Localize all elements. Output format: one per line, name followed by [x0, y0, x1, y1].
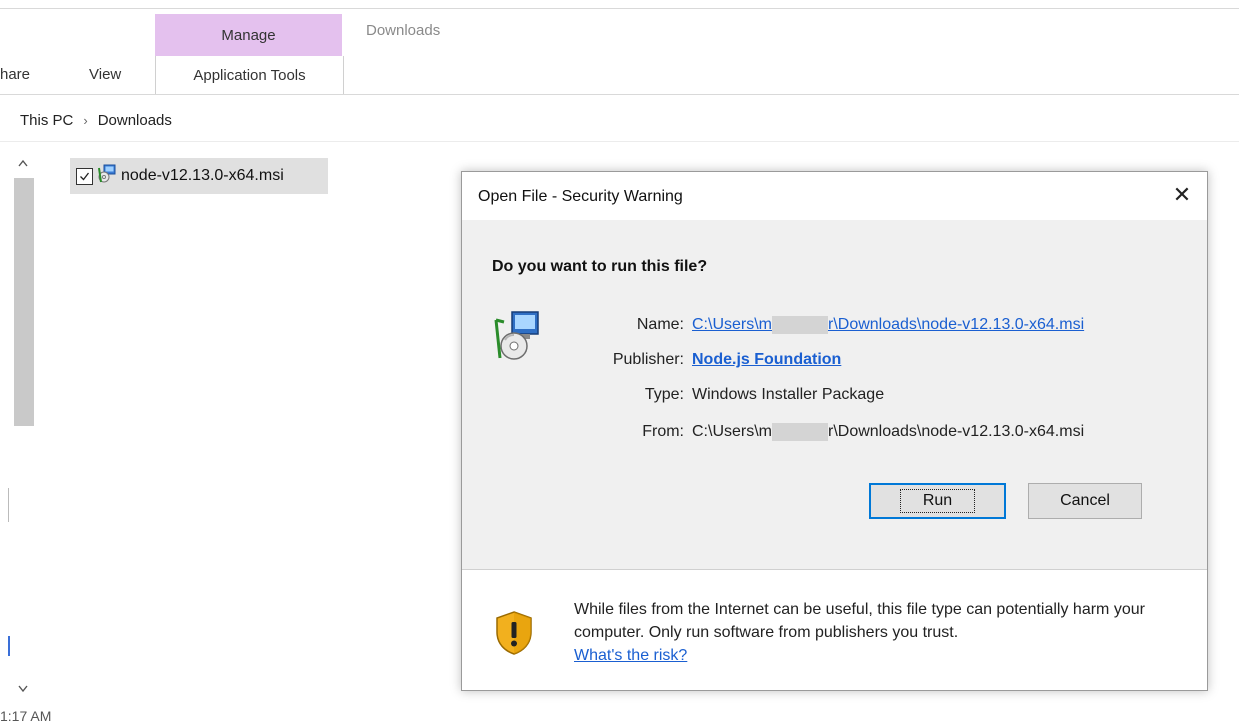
- name-link-end[interactable]: r\Downloads\node-v12.13.0-x64.msi: [828, 316, 1084, 333]
- whats-the-risk-link[interactable]: What's the risk?: [574, 647, 687, 664]
- run-button[interactable]: Run: [869, 483, 1006, 519]
- run-button-label: Run: [899, 489, 976, 513]
- close-icon[interactable]: ✕: [1169, 182, 1195, 208]
- file-list-item[interactable]: node-v12.13.0-x64.msi: [70, 158, 328, 194]
- dialog-body: Do you want to run this file? Name: C:\U…: [462, 220, 1207, 569]
- ribbon-divider: [0, 94, 1239, 95]
- tab-view[interactable]: View: [89, 66, 121, 83]
- shield-warning-icon: [494, 610, 534, 656]
- file-name: node-v12.13.0-x64.msi: [121, 167, 284, 184]
- field-name-row: Name: C:\Users\m r\Downloads\node-v12.13.…: [462, 316, 1207, 338]
- dialog-footer: While files from the Internet can be use…: [462, 570, 1207, 690]
- warning-message: While files from the Internet can be use…: [574, 598, 1184, 667]
- scroll-up-icon[interactable]: [18, 154, 28, 170]
- field-from-row: From: C:\Users\m r\Downloads\node-v12.13.…: [462, 423, 1207, 445]
- chevron-right-icon: ›: [83, 113, 88, 128]
- breadcrumb-downloads[interactable]: Downloads: [98, 112, 172, 129]
- pane-edge: [8, 488, 9, 522]
- name-link-start[interactable]: C:\Users\m: [692, 316, 772, 333]
- field-type-value: Windows Installer Package: [692, 386, 885, 403]
- field-type-row: Type: Windows Installer Package: [462, 386, 1207, 408]
- manage-tab[interactable]: Manage: [155, 14, 342, 56]
- breadcrumb-this-pc[interactable]: This PC: [20, 112, 73, 129]
- scroll-down-icon[interactable]: [18, 680, 28, 696]
- dialog-question: Do you want to run this file?: [492, 258, 708, 275]
- security-warning-dialog: Open File - Security Warning ✕ Do you wa…: [461, 171, 1208, 691]
- msi-file-icon: [97, 164, 117, 189]
- field-from-label: From:: [642, 423, 684, 440]
- field-name-value[interactable]: C:\Users\m r\Downloads\node-v12.13.0-x64.…: [692, 316, 1084, 334]
- tab-share[interactable]: hare: [0, 66, 30, 83]
- tab-application-tools[interactable]: Application Tools: [155, 56, 344, 94]
- ribbon-tabs: hare View Application Tools: [0, 56, 1239, 94]
- top-divider: [0, 8, 1239, 9]
- item-checkbox[interactable]: [76, 167, 93, 185]
- from-value-start: C:\Users\m: [692, 423, 772, 441]
- warning-text: While files from the Internet can be use…: [574, 601, 1145, 641]
- scrollbar-thumb[interactable]: [14, 178, 34, 426]
- from-value-end: r\Downloads\node-v12.13.0-x64.msi: [828, 423, 1085, 441]
- redacted-block: [772, 316, 828, 334]
- field-publisher-label: Publisher:: [612, 351, 684, 368]
- field-publisher-row: Publisher: Node.js Foundation: [462, 351, 1207, 373]
- redacted-block: [772, 423, 828, 441]
- field-type-label: Type:: [644, 386, 684, 403]
- breadcrumb: This PC › Downloads: [20, 112, 172, 129]
- dialog-title: Open File - Security Warning: [478, 188, 683, 205]
- field-name-label: Name:: [636, 316, 684, 333]
- breadcrumb-divider: [0, 141, 1239, 142]
- dialog-title-bar[interactable]: Open File - Security Warning ✕: [462, 172, 1207, 220]
- field-from-value: C:\Users\m r\Downloads\node-v12.13.0-x64.…: [692, 423, 1084, 441]
- window-title: Downloads: [366, 22, 441, 39]
- publisher-link[interactable]: Node.js Foundation: [692, 351, 841, 369]
- pane-edge-accent: [8, 636, 10, 656]
- cancel-button[interactable]: Cancel: [1028, 483, 1142, 519]
